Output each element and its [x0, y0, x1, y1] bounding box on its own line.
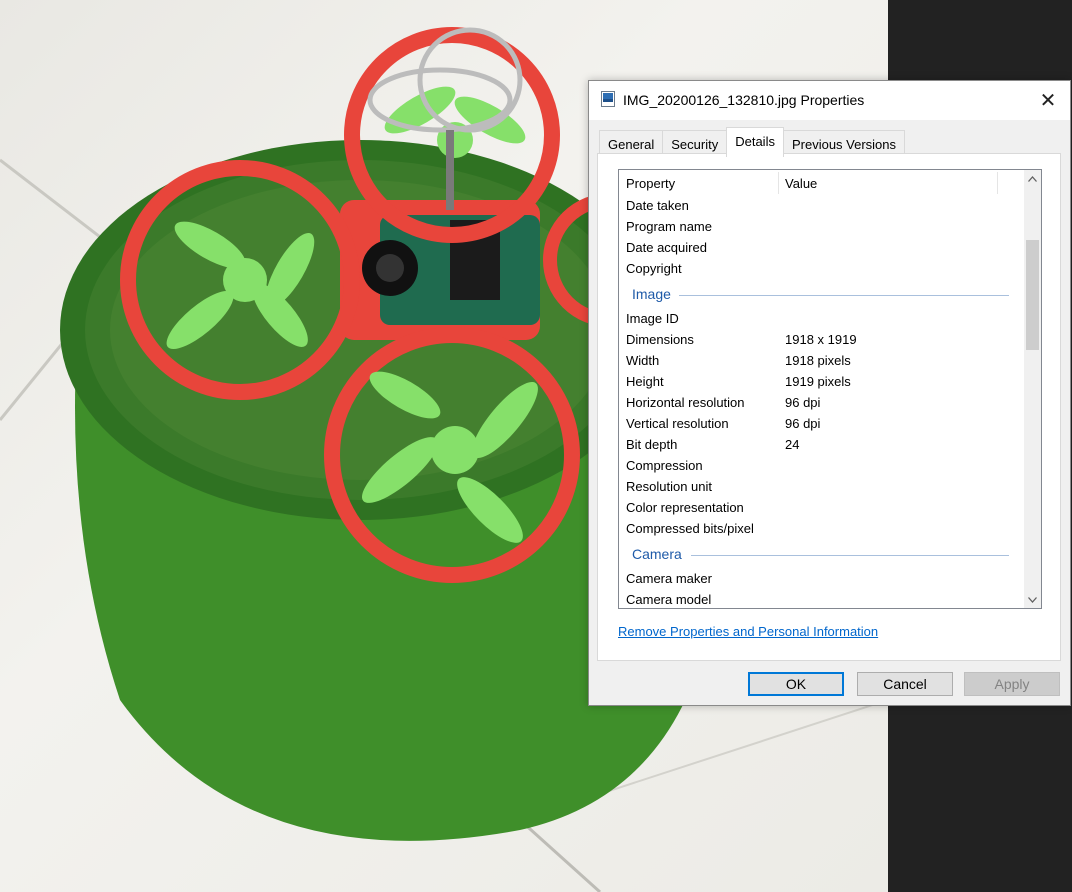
image-file-icon — [601, 91, 615, 107]
list-item[interactable]: Resolution unit — [619, 477, 1019, 498]
list-item[interactable]: Dimensions 1918 x 1919 — [619, 330, 1019, 351]
list-rows: Date taken Program name Date acquired Co… — [619, 196, 1019, 608]
property-value: 96 dpi — [785, 395, 821, 410]
title-bar[interactable]: IMG_20200126_132810.jpg Properties ✕ — [589, 81, 1070, 120]
property-value: 1919 pixels — [785, 374, 851, 389]
list-item[interactable]: Copyright — [619, 259, 1019, 280]
list-item[interactable]: Date acquired — [619, 238, 1019, 259]
column-divider[interactable] — [997, 172, 998, 194]
group-label: Image — [632, 286, 671, 302]
window-title: IMG_20200126_132810.jpg Properties — [623, 92, 865, 108]
remove-properties-link[interactable]: Remove Properties and Personal Informati… — [618, 624, 878, 639]
property-name: Resolution unit — [626, 479, 712, 494]
column-header-property[interactable]: Property — [626, 176, 675, 191]
scrollbar-thumb[interactable] — [1026, 240, 1039, 350]
chevron-up-icon — [1028, 175, 1037, 182]
list-item[interactable]: Compression — [619, 456, 1019, 477]
property-name: Date taken — [626, 198, 689, 213]
list-item[interactable]: Horizontal resolution 96 dpi — [619, 393, 1019, 414]
list-item[interactable]: Program name — [619, 217, 1019, 238]
list-item[interactable]: Camera model — [619, 590, 1019, 608]
group-label: Camera — [632, 546, 682, 562]
property-name: Width — [626, 353, 660, 368]
property-name: Dimensions — [626, 332, 694, 347]
property-name: Horizontal resolution — [626, 395, 745, 410]
list-item[interactable]: Color representation — [619, 498, 1019, 519]
property-name: Compressed bits/pixel — [626, 521, 754, 536]
property-name: Program name — [626, 219, 712, 234]
properties-list[interactable]: Property Value Date taken Program name D… — [618, 169, 1042, 609]
property-name: Vertical resolution — [626, 416, 729, 431]
cancel-button[interactable]: Cancel — [857, 672, 953, 696]
property-name: Image ID — [626, 311, 679, 326]
list-item[interactable]: Compressed bits/pixel — [619, 519, 1019, 540]
property-name: Copyright — [626, 261, 682, 276]
list-item[interactable]: Bit depth 24 — [619, 435, 1019, 456]
property-value: 1918 pixels — [785, 353, 851, 368]
list-item[interactable]: Camera maker — [619, 569, 1019, 590]
chevron-down-icon — [1028, 596, 1037, 603]
apply-button[interactable]: Apply — [964, 672, 1060, 696]
group-header-camera: Camera — [619, 540, 1019, 569]
list-header: Property Value — [619, 170, 1019, 196]
list-item[interactable]: Height 1919 pixels — [619, 372, 1019, 393]
scroll-down-button[interactable] — [1024, 591, 1041, 608]
property-name: Compression — [626, 458, 703, 473]
property-name: Camera maker — [626, 571, 712, 586]
column-header-value[interactable]: Value — [785, 176, 817, 191]
list-item[interactable]: Width 1918 pixels — [619, 351, 1019, 372]
tab-strip: General Security Details Previous Versio… — [599, 127, 906, 157]
ok-button[interactable]: OK — [748, 672, 844, 696]
details-panel: Property Value Date taken Program name D… — [597, 153, 1061, 661]
group-divider — [679, 295, 1009, 296]
property-value: 1918 x 1919 — [785, 332, 857, 347]
tab-details[interactable]: Details — [726, 127, 784, 157]
scroll-up-button[interactable] — [1024, 170, 1041, 187]
property-name: Date acquired — [626, 240, 707, 255]
property-name: Color representation — [626, 500, 744, 515]
list-item[interactable]: Date taken — [619, 196, 1019, 217]
property-value: 24 — [785, 437, 800, 452]
list-item[interactable]: Vertical resolution 96 dpi — [619, 414, 1019, 435]
property-value: 96 dpi — [785, 416, 821, 431]
group-header-image: Image — [619, 280, 1019, 309]
group-divider — [691, 555, 1009, 556]
property-name: Camera model — [626, 592, 712, 607]
column-divider[interactable] — [778, 172, 779, 194]
vertical-scrollbar[interactable] — [1024, 170, 1041, 608]
list-item[interactable]: Image ID — [619, 309, 1019, 330]
properties-dialog: IMG_20200126_132810.jpg Properties ✕ Gen… — [588, 80, 1071, 706]
property-name: Bit depth — [626, 437, 678, 452]
property-name: Height — [626, 374, 664, 389]
close-button[interactable]: ✕ — [1026, 81, 1070, 119]
close-icon: ✕ — [1039, 89, 1057, 112]
